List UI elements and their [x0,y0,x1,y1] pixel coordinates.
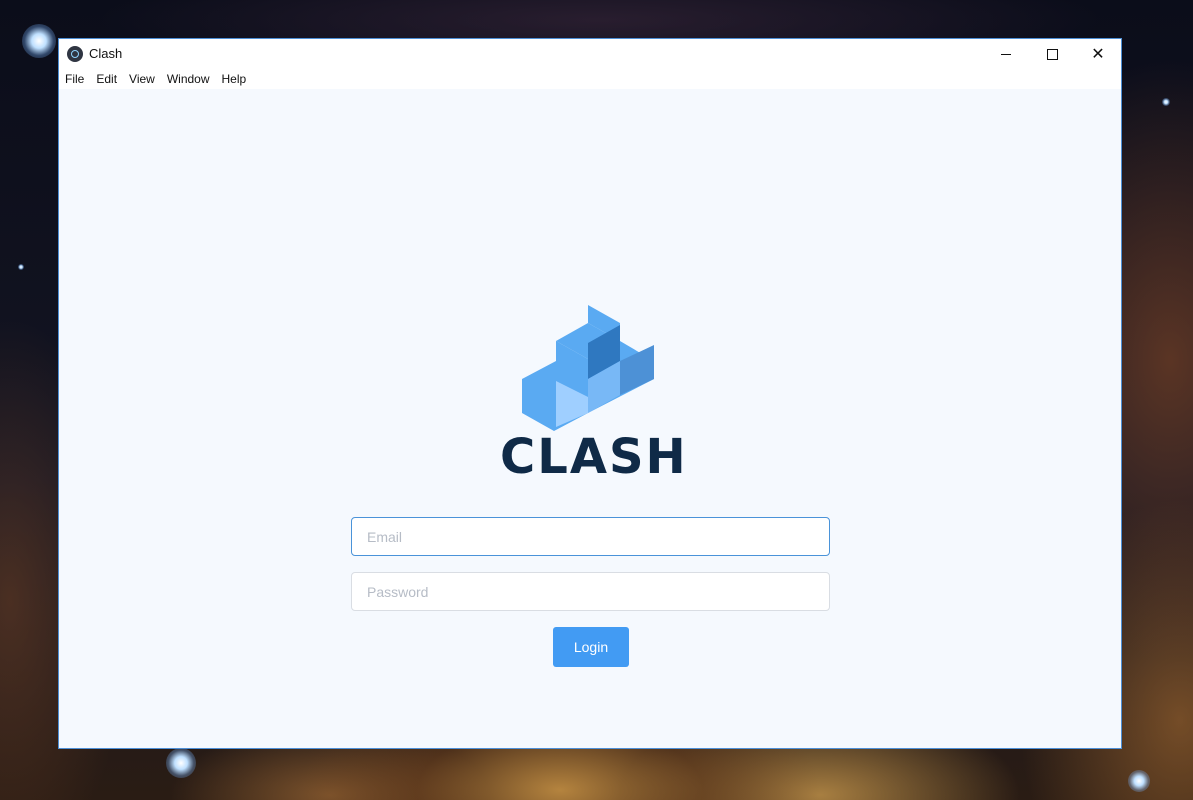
login-page: CLASH Login [59,89,1121,748]
star-decoration [1128,770,1150,792]
menu-help[interactable]: Help [222,72,247,86]
menu-edit[interactable]: Edit [96,72,117,86]
close-icon: ✕ [1091,46,1105,63]
login-button[interactable]: Login [553,627,629,667]
desktop-background: Clash ✕ File Edit View Window Help CLASH… [0,0,1193,800]
minimize-button[interactable] [983,39,1029,69]
clash-wordmark-logo: CLASH [500,429,688,485]
menu-window[interactable]: Window [167,72,210,86]
star-decoration [18,264,24,270]
menu-file[interactable]: File [65,72,84,86]
star-decoration [1162,98,1170,106]
window-title: Clash [89,46,123,61]
maximize-icon [1046,48,1058,60]
password-field[interactable] [351,572,830,611]
app-logo-icon [67,46,83,62]
app-window: Clash ✕ File Edit View Window Help CLASH… [58,38,1122,749]
clash-cube-logo-icon [522,305,654,431]
maximize-button[interactable] [1029,39,1075,69]
close-button[interactable]: ✕ [1075,39,1121,69]
email-field[interactable] [351,517,830,556]
star-decoration [166,748,196,778]
minimize-icon [1001,53,1011,55]
star-decoration [22,24,56,58]
menu-bar: File Edit View Window Help [59,69,1121,89]
menu-view[interactable]: View [129,72,155,86]
title-bar[interactable]: Clash ✕ [59,39,1121,69]
